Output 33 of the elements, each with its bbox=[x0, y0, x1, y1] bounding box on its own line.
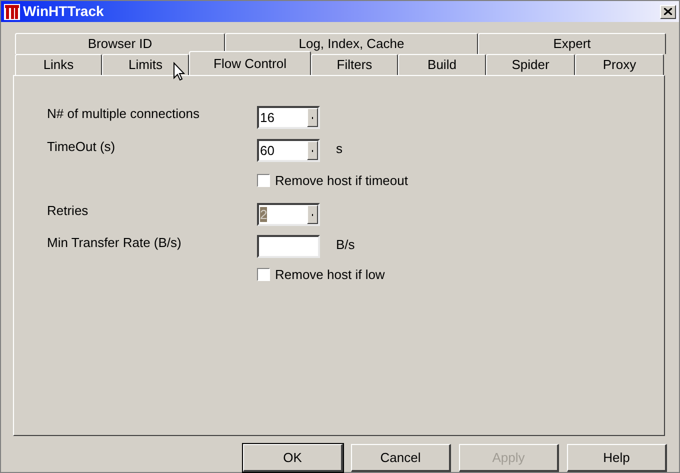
close-icon bbox=[664, 8, 672, 15]
tab[interactable]: Filters bbox=[311, 54, 398, 75]
dropdown-value: 60 bbox=[260, 143, 274, 158]
app-icon bbox=[4, 4, 20, 20]
dropdown[interactable]: 16 bbox=[257, 106, 320, 129]
field-label: TimeOut (s) bbox=[47, 139, 116, 155]
checkbox-label: Remove host if timeout bbox=[275, 173, 408, 189]
tab[interactable]: Links bbox=[15, 54, 102, 75]
dropdown-value: 2 bbox=[260, 207, 268, 222]
input-field[interactable] bbox=[257, 235, 320, 258]
window-title: WinHTTrack bbox=[23, 2, 104, 21]
close-button[interactable] bbox=[660, 4, 676, 18]
tab[interactable]: Proxy bbox=[575, 54, 664, 75]
checkbox[interactable] bbox=[257, 268, 270, 281]
tab[interactable]: Flow Control bbox=[189, 51, 311, 75]
tab[interactable]: Expert bbox=[478, 33, 666, 54]
dialog-button[interactable]: Help bbox=[567, 444, 667, 472]
dialog-button[interactable]: Cancel bbox=[351, 444, 451, 472]
field-label: N# of multiple connections bbox=[47, 106, 200, 122]
tab[interactable]: Browser ID bbox=[15, 33, 225, 54]
tab[interactable]: Build bbox=[398, 54, 486, 75]
field-label: Retries bbox=[47, 203, 90, 219]
field-label: Min Transfer Rate (B/s) bbox=[47, 235, 182, 251]
tab[interactable]: Log, Index, Cache bbox=[225, 33, 478, 54]
checkbox-label: Remove host if low bbox=[275, 267, 385, 283]
unit-label: B/s bbox=[336, 237, 355, 253]
dropdown[interactable]: 60 bbox=[257, 139, 320, 162]
unit-label: s bbox=[336, 141, 342, 157]
checkbox[interactable] bbox=[257, 174, 270, 187]
tab[interactable]: Spider bbox=[486, 54, 575, 75]
dropdown-value: 16 bbox=[260, 110, 274, 125]
dialog-button[interactable]: OK bbox=[243, 444, 343, 472]
tab[interactable]: Limits bbox=[102, 54, 189, 75]
